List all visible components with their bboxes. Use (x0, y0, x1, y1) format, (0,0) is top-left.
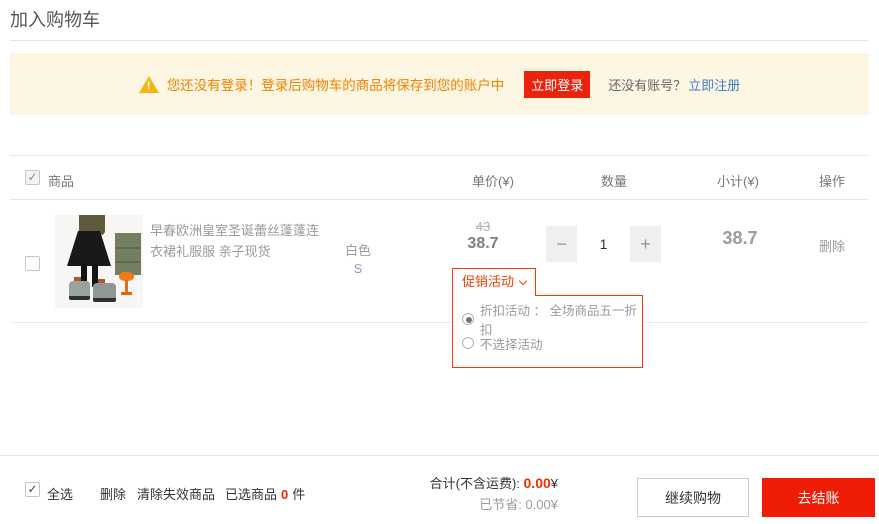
image-shape (121, 292, 132, 295)
promotion-tab-label: 促销活动 (462, 274, 514, 289)
saved-value: 0.00¥ (525, 497, 558, 512)
cart-table-header: ✓ 商品 单价(¥) 数量 小计(¥) 操作 (10, 155, 869, 200)
promotion-option-label: 不选择活动 (480, 334, 543, 353)
column-unit-price: 单价(¥) (448, 171, 538, 190)
unit-price-cell: 43 38.7 (438, 219, 528, 253)
quantity-decrease-button[interactable]: − (546, 226, 577, 262)
product-color: 白色 (318, 242, 398, 260)
image-shape (115, 247, 141, 249)
total-label: 合计(不含运费): (430, 476, 520, 491)
column-quantity: 数量 (569, 171, 659, 190)
promotion-option-label: 折扣活动 ： 全场商品五一折扣 (480, 300, 642, 338)
current-price: 38.7 (438, 235, 528, 253)
chevron-down-icon (519, 277, 527, 285)
quantity-stepper: − + (546, 226, 661, 262)
image-shape (67, 231, 111, 266)
delete-selected-link[interactable]: 删除 (100, 484, 126, 503)
cart-item-row: 早春欧洲皇室圣诞蕾丝蓬蓬连衣裙礼服服 亲子现货 白色 S 43 38.7 − +… (10, 200, 869, 323)
register-now-link[interactable]: 立即注册 (688, 75, 740, 94)
continue-shopping-button[interactable]: 继续购物 (637, 478, 749, 517)
quantity-increase-button[interactable]: + (630, 226, 661, 262)
product-image[interactable] (55, 215, 143, 308)
cart-footer-bar: ✓ 全选 删除 清除失效商品 已选商品 0件 合计(不含运费): 0.00¥ 已节… (0, 455, 879, 524)
quantity-input[interactable] (577, 226, 630, 262)
image-shape (69, 281, 90, 300)
promotion-option-discount[interactable]: 折扣活动 ： 全场商品五一折扣 (462, 307, 642, 331)
title-divider (10, 40, 869, 41)
selected-count-suffix: 件 (292, 487, 305, 502)
image-shape (115, 261, 141, 263)
total-line: 合计(不含运费): 0.00¥ (430, 473, 558, 494)
promotion-dropdown-tab[interactable]: 促销活动 (452, 268, 536, 296)
column-product: 商品 (48, 171, 74, 190)
item-checkbox[interactable] (25, 256, 40, 271)
currency-symbol: ¥ (551, 476, 558, 491)
radio-unselected-icon[interactable] (462, 337, 474, 349)
image-shape (115, 233, 141, 275)
select-all-header-checkbox[interactable]: ✓ (25, 170, 40, 185)
original-price: 43 (438, 219, 528, 234)
promotion-panel: 折扣活动 ： 全场商品五一折扣 不选择活动 (452, 295, 643, 368)
image-shape (93, 283, 116, 302)
column-action: 操作 (787, 171, 877, 190)
product-name[interactable]: 早春欧洲皇室圣诞蕾丝蓬蓬连衣裙礼服服 亲子现货 (150, 220, 325, 262)
saved-line: 已节省: 0.00¥ (430, 494, 558, 515)
cart-page: 加入购物车 ! 您还没有登录！登录后购物车的商品将保存到您的账户中 立即登录 还… (0, 0, 879, 524)
delete-item-link[interactable]: 删除 (787, 236, 877, 255)
saved-label: 已节省: (479, 497, 522, 512)
warning-icon: ! (139, 76, 159, 93)
selected-count-text: 已选商品 0件 (225, 484, 305, 503)
banner-warning-text: 您还没有登录！登录后购物车的商品将保存到您的账户中 (167, 74, 505, 94)
login-now-button[interactable]: 立即登录 (524, 71, 590, 98)
selected-count-prefix: 已选商品 (225, 487, 277, 502)
no-account-text: 还没有账号？ (608, 75, 686, 94)
clear-invalid-link[interactable]: 清除失效商品 (137, 484, 215, 503)
page-title: 加入购物车 (10, 6, 100, 32)
column-subtotal: 小计(¥) (693, 171, 783, 190)
product-size: S (318, 260, 398, 278)
select-all-label[interactable]: 全选 (47, 484, 73, 503)
total-value: 0.00 (524, 475, 551, 491)
product-options: 白色 S (318, 242, 398, 278)
login-banner: ! 您还没有登录！登录后购物车的商品将保存到您的账户中 立即登录 还没有账号？ … (10, 53, 869, 115)
warning-exclamation: ! (147, 80, 151, 92)
checkout-button[interactable]: 去结账 (762, 478, 875, 517)
radio-selected-icon[interactable] (462, 313, 474, 325)
totals-block: 合计(不含运费): 0.00¥ 已节省: 0.00¥ (430, 473, 558, 515)
select-all-footer-checkbox[interactable]: ✓ (25, 482, 40, 497)
subtotal-value: 38.7 (675, 228, 805, 249)
selected-count-value: 0 (281, 487, 288, 502)
